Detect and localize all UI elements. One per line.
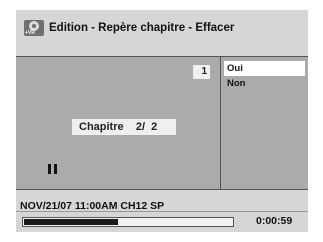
content-panel: 1 Chapitre 2/ 2 Oui Non <box>16 56 308 190</box>
dvd-vr-disc-icon: +VR <box>24 20 44 36</box>
vr-icon-tag: +VR <box>25 30 35 36</box>
option-no[interactable]: Non <box>224 76 305 91</box>
menu-title: Edition - Repère chapitre - Effacer <box>49 22 235 34</box>
title-number-badge: 1 <box>193 65 210 79</box>
osd-screen: +VR Edition - Repère chapitre - Effacer … <box>16 10 308 232</box>
menu-header: +VR Edition - Repère chapitre - Effacer <box>16 10 308 46</box>
pause-icon <box>48 164 57 174</box>
playback-progress-fill <box>24 219 118 225</box>
playback-progress-bar <box>22 217 234 227</box>
video-preview: 1 Chapitre 2/ 2 <box>16 57 221 189</box>
status-divider <box>16 211 308 212</box>
playback-time: 0:00:59 <box>256 215 293 227</box>
option-yes[interactable]: Oui <box>224 61 305 76</box>
chapter-counter: Chapitre 2/ 2 <box>72 119 176 135</box>
confirm-menu: Oui Non <box>221 57 308 189</box>
